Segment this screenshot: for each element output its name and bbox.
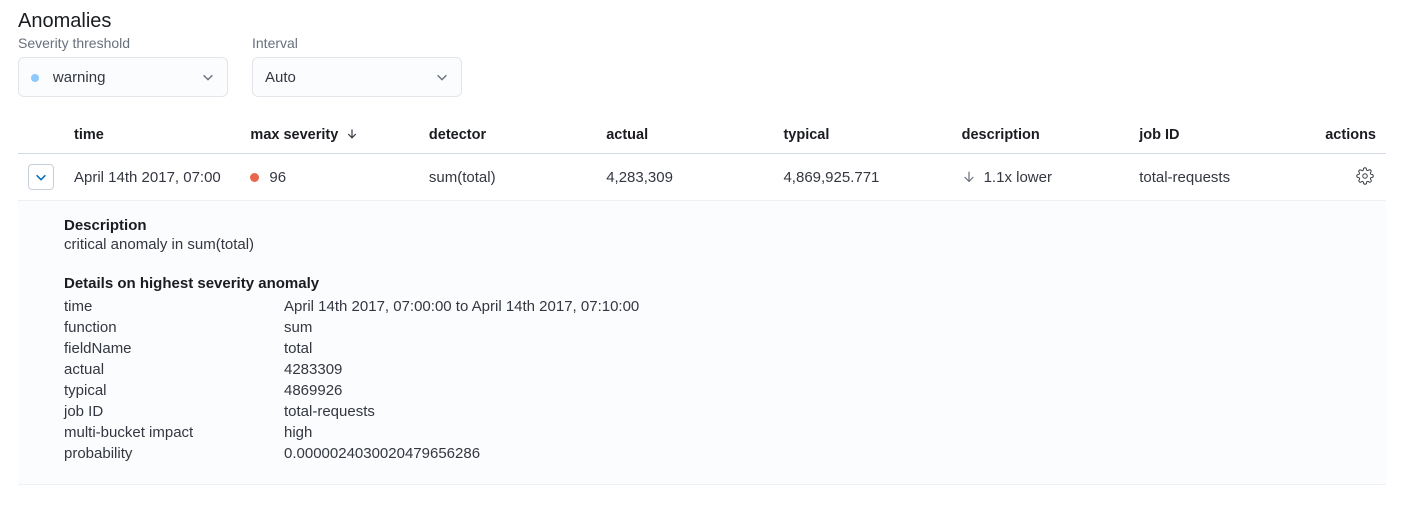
cell-detector: sum(total) [419,154,596,201]
detail-kv-row: probability0.0000024030020479656286 [64,445,1376,462]
severity-threshold-label: Severity threshold [18,35,228,51]
detail-value: April 14th 2017, 07:00:00 to April 14th … [284,298,639,315]
detail-key: typical [64,382,284,399]
detail-key: probability [64,445,284,462]
interval-select[interactable]: Auto [252,57,462,97]
page-title: Anomalies [18,10,1386,33]
col-description[interactable]: description [952,119,1130,154]
cell-typical: 4,869,925.771 [773,154,951,201]
chevron-down-icon [201,70,215,84]
detail-key: time [64,298,284,315]
cell-description: 1.1x lower [984,169,1052,186]
detail-kv-row: typical4869926 [64,382,1376,399]
detail-kv-row: functionsum [64,319,1376,336]
table-row: April 14th 2017, 07:00 96 sum(total) 4,2… [18,154,1386,201]
col-job-id[interactable]: job ID [1129,119,1306,154]
severity-threshold-select[interactable]: warning [18,57,228,97]
detail-key: multi-bucket impact [64,424,284,441]
col-max-severity[interactable]: max severity [240,119,418,154]
details-highest-label: Details on highest severity anomaly [64,275,1376,292]
detail-value: total-requests [284,403,375,420]
gear-icon [1356,167,1374,185]
col-typical[interactable]: typical [773,119,951,154]
row-actions-button[interactable] [1354,165,1376,187]
col-detector[interactable]: detector [419,119,596,154]
col-max-severity-label: max severity [250,127,338,143]
detail-kv-row: multi-bucket impacthigh [64,424,1376,441]
col-actual[interactable]: actual [596,119,773,154]
severity-dot-icon [250,173,259,182]
details-description-text: critical anomaly in sum(total) [64,236,1376,253]
cell-time: April 14th 2017, 07:00 [64,154,240,201]
detail-value: high [284,424,312,441]
detail-key: fieldName [64,340,284,357]
sort-descending-icon [346,128,358,140]
detail-kv-row: job IDtotal-requests [64,403,1376,420]
detail-key: job ID [64,403,284,420]
detail-kv-row: actual4283309 [64,361,1376,378]
detail-key: actual [64,361,284,378]
detail-value: 0.0000024030020479656286 [284,445,480,462]
cell-severity-score: 96 [269,169,286,186]
detail-kv-row: fieldNametotal [64,340,1376,357]
detail-value: 4869926 [284,382,342,399]
severity-threshold-value: warning [53,69,106,86]
col-actions: actions [1306,119,1386,154]
chevron-down-icon [34,170,48,184]
severity-dot-icon [31,74,39,82]
detail-value: total [284,340,312,357]
col-time[interactable]: time [64,119,240,154]
detail-kv-row: timeApril 14th 2017, 07:00:00 to April 1… [64,298,1376,315]
row-details: Description critical anomaly in sum(tota… [18,201,1386,485]
expand-row-button[interactable] [28,164,54,190]
detail-value: sum [284,319,312,336]
detail-key: function [64,319,284,336]
col-expand [18,119,64,154]
cell-actual: 4,283,309 [596,154,773,201]
interval-value: Auto [265,69,296,86]
detail-value: 4283309 [284,361,342,378]
arrow-down-icon [962,170,976,184]
cell-job-id: total-requests [1129,154,1306,201]
details-description-label: Description [64,217,1376,234]
anomalies-table: time max severity detector actual typica… [18,119,1386,485]
chevron-down-icon [435,70,449,84]
interval-label: Interval [252,35,462,51]
